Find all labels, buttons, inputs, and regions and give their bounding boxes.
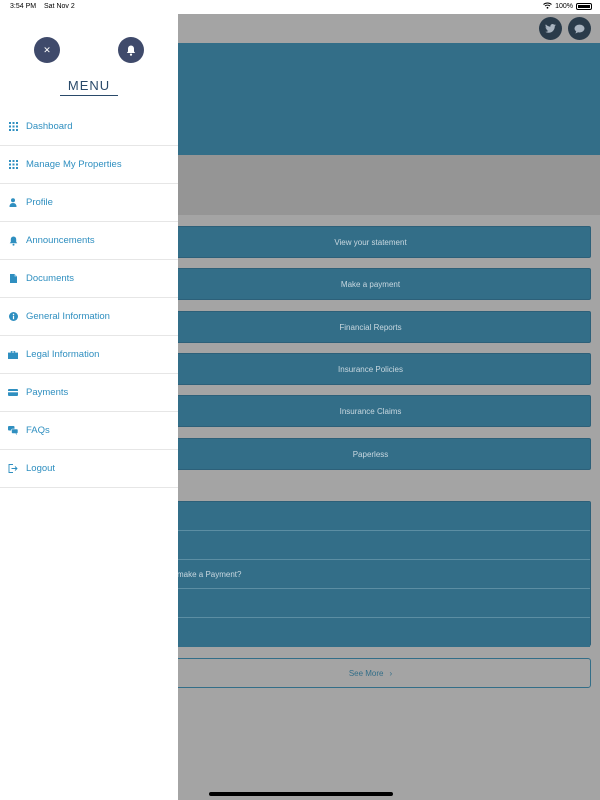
menu-item-logout[interactable]: Logout <box>0 450 178 488</box>
status-bar: 3:54 PM Sat Nov 2 100% <box>0 0 600 14</box>
menu-item-documents[interactable]: Documents <box>0 260 178 298</box>
menu-item-label: Documents <box>26 273 75 284</box>
menu-item-general-information[interactable]: General Information <box>0 298 178 336</box>
menu-item-legal-information[interactable]: Legal Information <box>0 336 178 374</box>
menu-item-profile[interactable]: Profile <box>0 184 178 222</box>
grid-icon <box>8 122 18 132</box>
menu-item-label: FAQs <box>26 425 50 436</box>
faq-row[interactable] <box>151 502 590 531</box>
wifi-icon <box>543 2 552 11</box>
chat-button[interactable] <box>568 17 591 40</box>
battery-icon <box>576 3 592 10</box>
menu-item-label: Payments <box>26 387 69 398</box>
home-indicator <box>209 792 393 796</box>
close-menu-button[interactable]: ✕ <box>34 37 60 63</box>
see-more-label: See More <box>348 668 384 678</box>
bell-icon <box>8 236 18 246</box>
side-menu-drawer: ✕ MENU Dashboard Manage My Properties Pr… <box>0 14 178 800</box>
insurance-policies-button[interactable]: Insurance Policies <box>150 353 591 385</box>
menu-list: Dashboard Manage My Properties Profile A… <box>0 108 178 488</box>
menu-item-label: Logout <box>26 463 56 474</box>
faq-chat-icon <box>8 426 18 436</box>
menu-item-label: Manage My Properties <box>26 159 122 170</box>
close-icon: ✕ <box>43 44 51 55</box>
status-right: 100% <box>543 2 592 11</box>
faq-list: l make a Payment? <box>150 501 591 647</box>
make-payment-button[interactable]: Make a payment <box>150 268 591 300</box>
status-time: 3:54 PM <box>10 3 37 10</box>
person-icon <box>8 198 18 208</box>
financial-reports-button[interactable]: Financial Reports <box>150 311 591 343</box>
menu-item-label: Announcements <box>26 235 95 246</box>
credit-card-icon <box>8 388 18 398</box>
faq-row[interactable] <box>151 531 590 560</box>
paperless-button[interactable]: Paperless <box>150 438 591 470</box>
menu-item-payments[interactable]: Payments <box>0 374 178 412</box>
see-more-button[interactable]: See More › <box>150 658 591 688</box>
menu-item-label: Legal Information <box>26 349 100 360</box>
menu-item-manage-properties[interactable]: Manage My Properties <box>0 146 178 184</box>
briefcase-icon <box>8 350 18 360</box>
grid-icon <box>8 160 18 170</box>
menu-item-dashboard[interactable]: Dashboard <box>0 108 178 146</box>
drawer-header: ✕ MENU <box>0 14 178 108</box>
insurance-claims-button[interactable]: Insurance Claims <box>150 395 591 427</box>
status-date: Sat Nov 2 <box>44 3 75 10</box>
menu-item-faqs[interactable]: FAQs <box>0 412 178 450</box>
bell-icon <box>126 45 136 56</box>
battery-percent: 100% <box>555 3 573 10</box>
faq-row[interactable]: l make a Payment? <box>151 560 590 589</box>
info-icon <box>8 312 18 322</box>
menu-title: MENU <box>60 78 118 96</box>
document-icon <box>8 274 18 284</box>
menu-item-label: General Information <box>26 311 110 322</box>
view-statement-button[interactable]: View your statement <box>150 226 591 258</box>
chat-bubble-icon <box>574 24 585 34</box>
menu-item-label: Dashboard <box>26 121 73 132</box>
menu-item-announcements[interactable]: Announcements <box>0 222 178 260</box>
menu-item-label: Profile <box>26 197 53 208</box>
twitter-icon <box>545 24 556 33</box>
twitter-button[interactable] <box>539 17 562 40</box>
logout-icon <box>8 464 18 474</box>
chevron-right-icon: › <box>389 668 393 678</box>
faq-row[interactable] <box>151 589 590 618</box>
notifications-button[interactable] <box>118 37 144 63</box>
faq-row[interactable] <box>151 618 590 647</box>
